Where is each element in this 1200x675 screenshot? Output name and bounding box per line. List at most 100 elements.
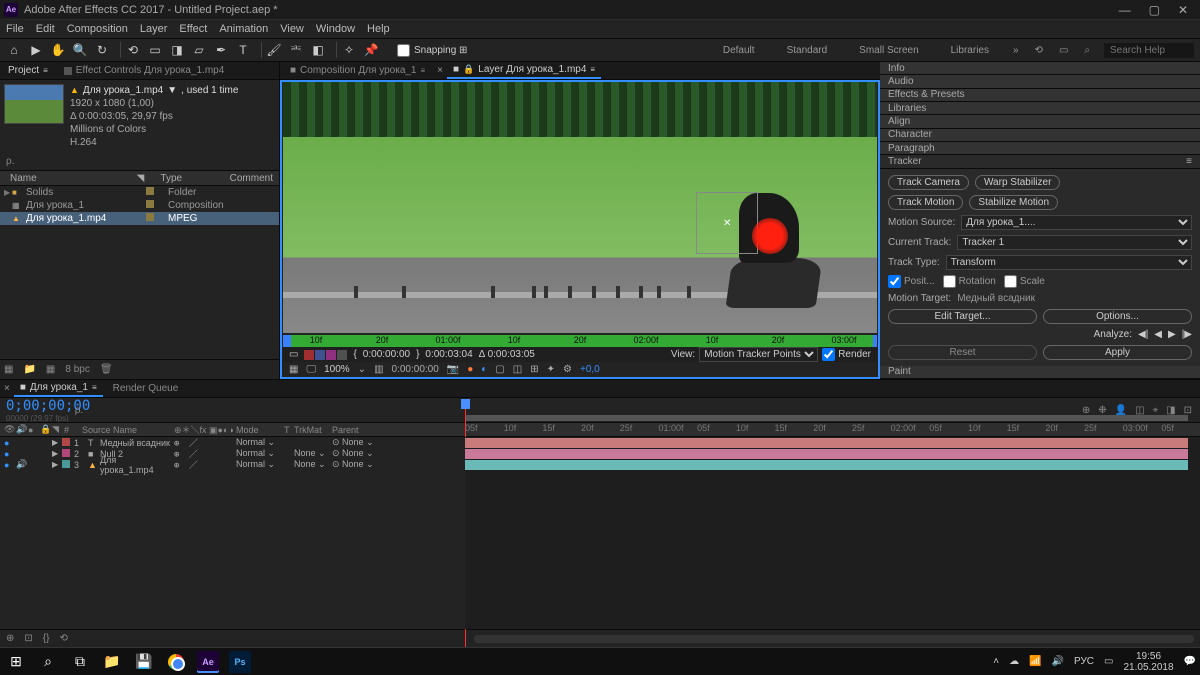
exposure[interactable]: +0,0 — [580, 364, 600, 375]
system-clock[interactable]: 19:56 21.05.2018 — [1123, 651, 1173, 673]
in-timecode[interactable]: 0:00:00:00 — [363, 349, 410, 360]
shy-icon[interactable]: 👤 — [1115, 405, 1127, 416]
preview-time[interactable]: 0:00:00:00 — [392, 364, 439, 375]
box2-icon[interactable]: ◫ — [513, 364, 522, 375]
tab-render-queue[interactable]: Render Queue — [107, 381, 185, 396]
panel-paint[interactable]: Paint — [880, 366, 1200, 379]
project-row-mpeg[interactable]: ▲ Для урока_1.mp4 MPEG — [0, 212, 279, 225]
panel-libraries[interactable]: Libraries — [880, 102, 1200, 115]
layer-row-3[interactable]: ●🔊 ▶3 ▲ Для урока_1.mp4 ⊕ ／ Normal ⌄ Non… — [0, 459, 465, 470]
new-folder-icon[interactable]: 📁 — [23, 364, 35, 375]
track-camera-button[interactable]: Track Camera — [888, 175, 969, 190]
menu-help[interactable]: Help — [367, 23, 390, 35]
file-explorer-icon[interactable]: 📁 — [100, 651, 124, 673]
timeline-ruler[interactable]: 05f10f15f20f25f01:00f05f10f15f20f25f02:0… — [465, 423, 1200, 436]
col-name[interactable]: Name — [0, 173, 137, 184]
tray-ime-icon[interactable]: ▭ — [1104, 656, 1113, 667]
save-icon[interactable]: 💾 — [132, 651, 156, 673]
zoom-tool-icon[interactable]: 🔍 — [72, 43, 88, 57]
puppet-tool-icon[interactable]: 📌 — [363, 43, 379, 57]
menu-animation[interactable]: Animation — [219, 23, 268, 35]
rotate-tool-icon[interactable]: ⟲ — [125, 43, 141, 57]
edit-target-button[interactable]: Edit Target... — [888, 309, 1037, 324]
search-taskbar-icon[interactable]: ⌕ — [36, 651, 60, 673]
draft3d-icon[interactable]: ❉ — [1098, 405, 1106, 416]
video-toggle[interactable]: ● — [4, 438, 14, 448]
col-trkmat[interactable]: TrkMat — [294, 425, 330, 435]
graph-editor-icon[interactable]: ◨ — [1166, 405, 1175, 416]
position-checkbox[interactable]: Posit... — [888, 275, 935, 288]
action-center-icon[interactable]: 💬 — [1184, 656, 1196, 667]
maximize-button[interactable]: ▢ — [1149, 4, 1160, 16]
tray-language[interactable]: РУС — [1074, 656, 1094, 667]
tray-wifi-icon[interactable]: 📶 — [1029, 656, 1041, 667]
color-mgmt-icon[interactable]: ◐ — [481, 364, 487, 375]
transparency-icon[interactable]: ▥ — [374, 364, 383, 375]
close-tab-icon[interactable]: × — [437, 65, 443, 76]
menu-file[interactable]: File — [6, 23, 24, 35]
brainstorm-icon[interactable]: ⊡ — [1184, 405, 1192, 416]
panel-audio[interactable]: Audio — [880, 75, 1200, 88]
channel-icon[interactable]: ● — [467, 364, 473, 375]
video-preview[interactable]: ✕ — [283, 82, 877, 333]
work-area-bar[interactable] — [465, 415, 1188, 421]
tab-timeline-comp[interactable]: ■Для урока_1≡ — [14, 380, 103, 397]
video-toggle[interactable]: ● — [4, 449, 14, 459]
close-button[interactable]: ✕ — [1178, 4, 1188, 16]
panel-align[interactable]: Align — [880, 115, 1200, 128]
comp-flowchart-icon[interactable]: ⊕ — [1082, 405, 1090, 416]
text-tool-icon[interactable]: T — [235, 43, 251, 57]
panel-tracker-header[interactable]: Tracker≡ — [880, 155, 1200, 168]
col-parent[interactable]: Parent — [332, 425, 378, 435]
home-tool-icon[interactable]: ⌂ — [6, 43, 22, 57]
mini-timeline[interactable]: 10f20f01:00f10f20f02:00f10f20f03:00f — [283, 335, 877, 347]
minimize-button[interactable]: — — [1119, 4, 1131, 16]
interpret-icon[interactable]: ▦ — [4, 364, 13, 375]
audio-toggle[interactable]: 🔊 — [16, 459, 26, 470]
current-track-dropdown[interactable]: Tracker 1 — [957, 235, 1192, 250]
project-row-comp[interactable]: ▦ Для урока_1 Composition — [0, 199, 279, 212]
panel-menu-icon[interactable]: ≡ — [1186, 156, 1192, 167]
panel-info[interactable]: Info — [880, 62, 1200, 75]
sync-icon[interactable]: ▭ — [1059, 45, 1068, 56]
col-comment[interactable]: Comment — [230, 173, 279, 184]
motion-blur-icon[interactable]: ⌖ — [1153, 405, 1159, 416]
options-button[interactable]: Options... — [1043, 309, 1192, 324]
track-type-dropdown[interactable]: Transform — [946, 255, 1192, 270]
current-timecode[interactable]: 0;00;00;00 — [0, 398, 64, 414]
frame-blend-icon[interactable]: ◫ — [1135, 405, 1144, 416]
toggle-render-icon[interactable]: ⟲ — [59, 633, 67, 644]
toggle-modes-icon[interactable]: ⊡ — [24, 633, 32, 644]
brush-tool-icon[interactable]: 🖌 — [266, 43, 282, 57]
toggle-in-out-icon[interactable]: {} — [43, 633, 50, 644]
menu-view[interactable]: View — [280, 23, 304, 35]
panel-effects-presets[interactable]: Effects & Presets — [880, 89, 1200, 102]
target-icon[interactable]: ✦ — [547, 364, 555, 375]
pen-tool-icon[interactable]: ✒ — [213, 43, 229, 57]
col-mode[interactable]: Mode — [236, 425, 282, 435]
menu-window[interactable]: Window — [316, 23, 355, 35]
analyze-back-icon[interactable]: ◀ — [1154, 329, 1162, 340]
tray-volume-icon[interactable]: 🔊 — [1052, 656, 1064, 667]
orbit-tool-icon[interactable]: ↻ — [94, 43, 110, 57]
view-dropdown[interactable]: Motion Tracker Points — [699, 347, 818, 362]
col-tag-icon[interactable]: ◥ — [137, 173, 161, 184]
video-toggle[interactable]: ● — [4, 460, 14, 470]
layer-bar-3[interactable] — [465, 460, 1188, 470]
selection-tool-icon[interactable]: ▶ — [28, 43, 44, 57]
menu-edit[interactable]: Edit — [36, 23, 55, 35]
stabilize-motion-button[interactable]: Stabilize Motion — [969, 195, 1058, 210]
reset-workspace-icon[interactable]: ⟲ — [1035, 45, 1043, 56]
reset-button[interactable]: Reset — [888, 345, 1037, 360]
behind-tool-icon[interactable]: ◨ — [169, 43, 185, 57]
menu-composition[interactable]: Composition — [67, 23, 128, 35]
after-effects-app-icon[interactable]: Ae — [196, 651, 220, 673]
in-bracket-icon[interactable]: { — [353, 349, 356, 360]
overflow-icon[interactable]: » — [1013, 45, 1019, 56]
scale-checkbox[interactable]: Scale — [1004, 275, 1045, 288]
menu-effect[interactable]: Effect — [179, 23, 207, 35]
clone-tool-icon[interactable]: ⎃ — [288, 43, 304, 58]
snapshot-icon[interactable]: 📷 — [447, 364, 459, 375]
col-label-icon[interactable]: ◥ — [52, 424, 62, 435]
col-video-icon[interactable]: 👁 — [4, 424, 14, 435]
